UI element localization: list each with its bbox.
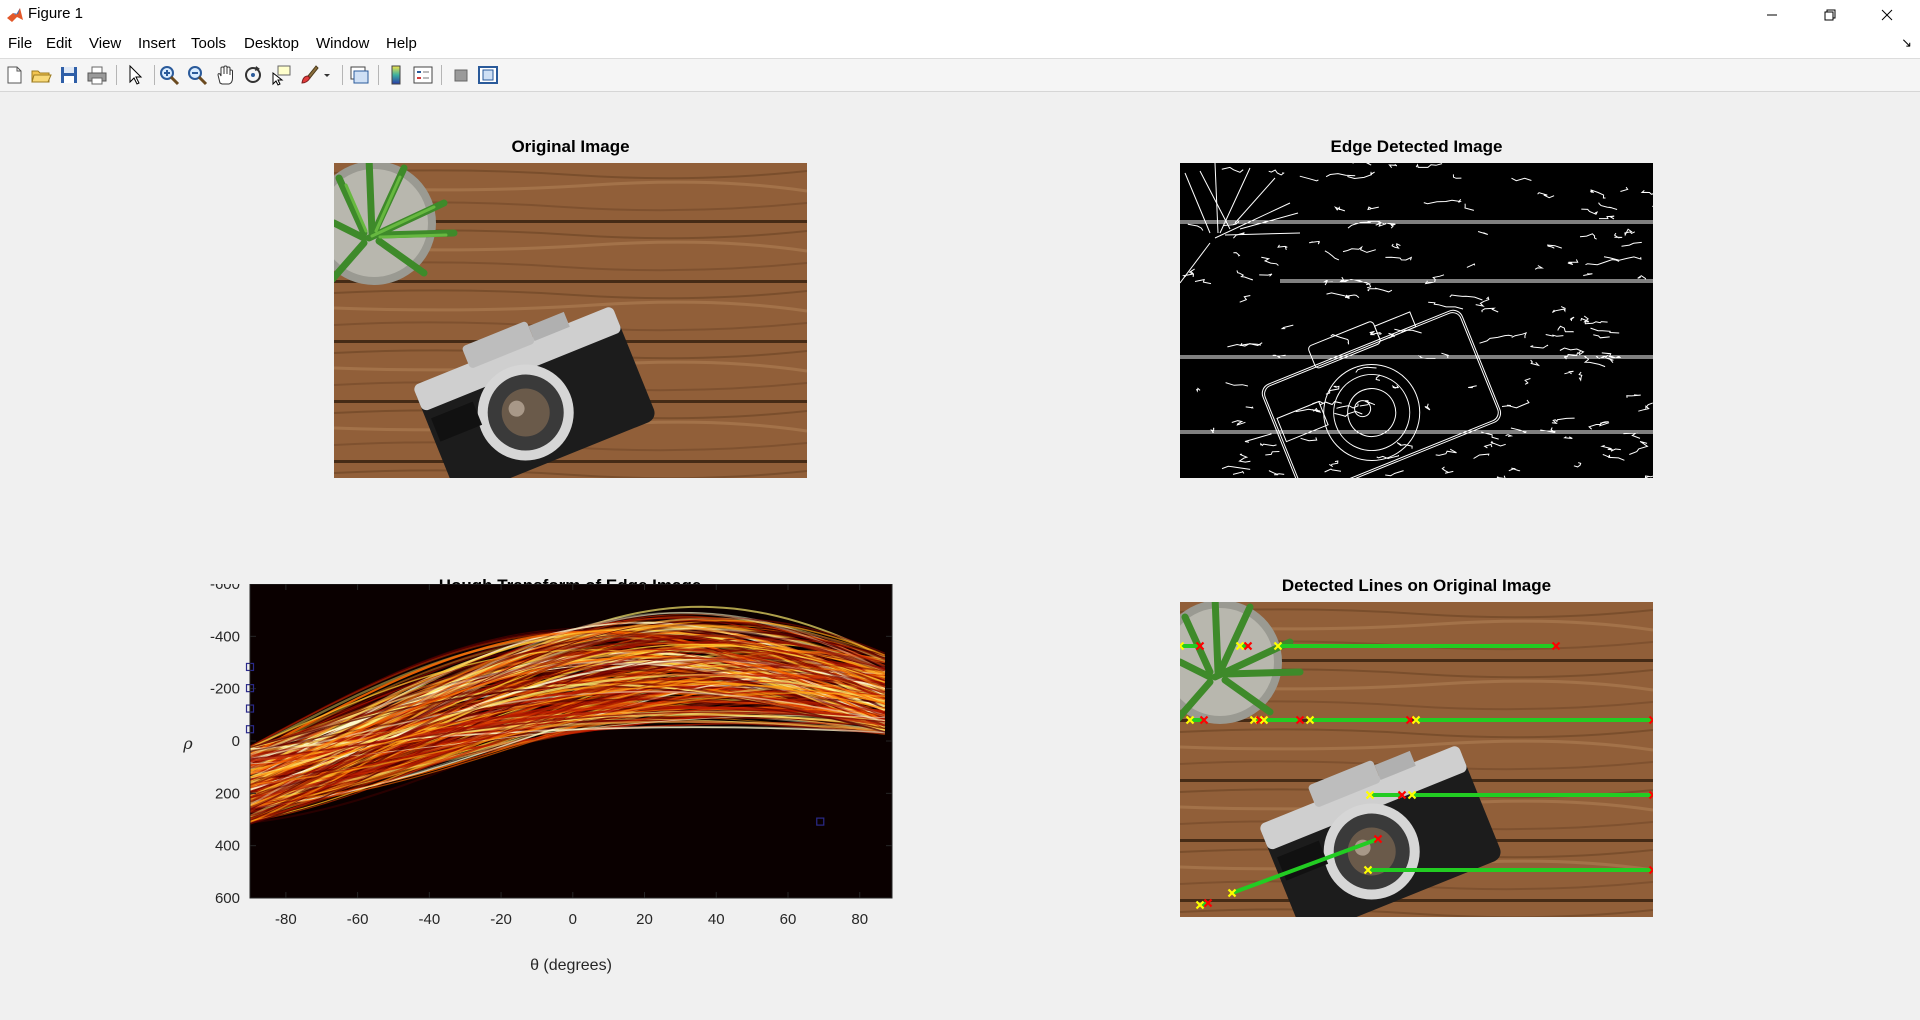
x-tick-label: 40 — [708, 911, 725, 928]
hough-xlabel: θ (degrees) — [530, 957, 612, 974]
detected-lines-image[interactable] — [1180, 602, 1653, 917]
y-tick-label: -400 — [210, 628, 240, 645]
menu-insert[interactable]: Insert — [138, 35, 176, 52]
edge-detected-image[interactable] — [1180, 163, 1653, 478]
x-tick-label: -60 — [347, 911, 369, 928]
zoom-out-icon[interactable] — [186, 64, 208, 86]
x-tick-label: 20 — [636, 911, 653, 928]
save-icon[interactable] — [58, 64, 80, 86]
detected-lines-title: Detected Lines on Original Image — [1281, 576, 1552, 595]
edge-image-title: Edge Detected Image — [1330, 137, 1503, 156]
minimize-icon — [1766, 14, 1777, 15]
x-tick-label: 0 — [569, 911, 577, 928]
matlab-logo-icon — [7, 8, 23, 22]
menu-help[interactable]: Help — [386, 35, 417, 52]
y-tick-label: -200 — [210, 681, 240, 698]
zoom-in-icon[interactable] — [158, 64, 180, 86]
y-tick-label: 0 — [232, 733, 240, 750]
menu-edit[interactable]: Edit — [46, 35, 72, 52]
hough-ylabel: ρ — [182, 734, 193, 753]
detected-lines-graphic — [1180, 602, 1653, 917]
x-tick-label: -40 — [418, 911, 440, 928]
legend-icon[interactable] — [412, 64, 434, 86]
rotate-3d-icon[interactable] — [242, 64, 264, 86]
toolbar-separator — [378, 65, 379, 85]
minimize-button[interactable] — [1743, 0, 1800, 29]
link-plot-icon[interactable] — [348, 64, 370, 86]
dock-figure-icon[interactable]: ↘ — [1901, 35, 1912, 51]
toolbar-separator — [342, 65, 343, 85]
hough-transform-plot[interactable]: -80 -60 -40 -20 0 20 40 60 80-600-400-2000200400… — [150, 584, 910, 984]
original-image-title: Original Image — [511, 137, 630, 156]
menu-view[interactable]: View — [89, 35, 121, 52]
open-file-icon[interactable] — [30, 64, 52, 86]
toolbar-separator — [116, 65, 117, 85]
original-photo-graphic — [334, 163, 807, 478]
x-tick-label: 60 — [780, 911, 797, 928]
brush-icon[interactable] — [298, 64, 320, 86]
show-plot-tools-icon[interactable] — [477, 64, 499, 86]
figure-canvas: Original Image Edge Detected Image -80 -… — [0, 92, 1920, 1020]
x-tick-label: -20 — [490, 911, 512, 928]
restore-button[interactable] — [1801, 0, 1858, 29]
toolbar-separator — [441, 65, 442, 85]
menu-file[interactable]: File — [8, 35, 32, 52]
y-tick-label: 600 — [215, 890, 240, 907]
y-tick-label: 200 — [215, 785, 240, 802]
figure-toolbar — [0, 59, 1920, 92]
pan-hand-icon[interactable] — [214, 64, 236, 86]
edge-map-graphic — [1180, 163, 1653, 478]
window-title-bar: Figure 1 — [0, 0, 1920, 30]
menu-bar: File Edit View Insert Tools Desktop Wind… — [0, 29, 1920, 59]
y-tick-label: -600 — [210, 584, 240, 593]
colorbar-icon[interactable] — [385, 64, 407, 86]
data-tips-icon[interactable] — [270, 64, 292, 86]
print-icon[interactable] — [86, 64, 108, 86]
select-arrow-icon[interactable] — [124, 64, 146, 86]
close-button[interactable] — [1858, 0, 1915, 29]
close-icon — [1881, 9, 1892, 20]
menu-tools[interactable]: Tools — [191, 35, 226, 52]
menu-window[interactable]: Window — [316, 35, 369, 52]
x-tick-label: -80 — [275, 911, 297, 928]
original-image[interactable] — [334, 163, 807, 478]
y-tick-label: 400 — [215, 838, 240, 855]
x-tick-label: 80 — [851, 911, 868, 928]
hide-plot-tools-icon[interactable] — [450, 64, 472, 86]
new-figure-icon[interactable] — [3, 64, 25, 86]
chevron-down-icon[interactable] — [321, 64, 333, 86]
window-title: Figure 1 — [28, 5, 84, 22]
restore-icon — [1824, 9, 1835, 20]
toolbar-separator — [154, 65, 155, 85]
menu-desktop[interactable]: Desktop — [244, 35, 299, 52]
